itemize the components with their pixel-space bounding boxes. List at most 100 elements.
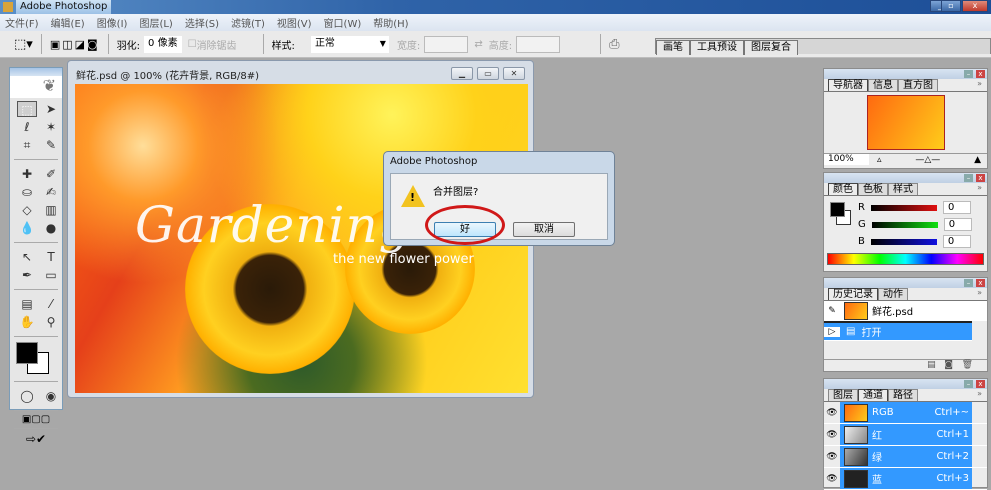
eye-icon[interactable]: 👁	[824, 430, 840, 440]
tab-history[interactable]: 历史记录	[828, 288, 878, 300]
tab-info[interactable]: 信息	[868, 79, 898, 91]
panel-menu-icon[interactable]: »	[977, 389, 982, 398]
tab-histogram[interactable]: 直方图	[898, 79, 938, 91]
cancel-button[interactable]: 取消	[513, 222, 575, 237]
history-item[interactable]: ▷ ▤ 打开	[824, 321, 972, 341]
tab-channels[interactable]: 通道	[858, 389, 888, 401]
healing-brush-icon[interactable]: ✚	[17, 166, 37, 182]
eye-icon[interactable]: 👁	[824, 408, 840, 418]
panel-close-icon[interactable]: x	[976, 380, 985, 388]
zoom-in-icon[interactable]: ▲	[974, 155, 981, 165]
crop-tool-icon[interactable]: ⌗	[17, 137, 37, 153]
dodge-tool-icon[interactable]: ●	[41, 220, 61, 236]
tab-actions[interactable]: 动作	[878, 288, 908, 300]
menu-window[interactable]: 窗口(W)	[324, 15, 362, 30]
pen-tool-icon[interactable]: ✒	[17, 267, 37, 283]
slice-tool-icon[interactable]: ✎	[41, 137, 61, 153]
tab-paths[interactable]: 路径	[888, 389, 918, 401]
restore-button[interactable]: ▫	[941, 0, 961, 12]
r-value[interactable]: 0	[942, 201, 971, 214]
screen-mode-icons[interactable]: ▣▢▢	[10, 414, 62, 425]
doc-close-button[interactable]: ✕	[503, 67, 525, 80]
panel-minimize-icon[interactable]: –	[964, 380, 973, 388]
clone-stamp-icon[interactable]: ⛀	[17, 184, 37, 200]
history-footer-icons[interactable]: ▤ ◙ 🗑	[824, 359, 987, 371]
tab-color[interactable]: 颜色	[828, 183, 858, 195]
brush-source-icon[interactable]: ✎	[824, 306, 840, 316]
panel-minimize-icon[interactable]: –	[964, 174, 973, 182]
history-snapshot[interactable]: ✎ 鲜花.psd	[824, 301, 987, 321]
panel-menu-icon[interactable]: »	[977, 183, 982, 192]
navigator-zoom-input[interactable]: 100%	[824, 154, 869, 165]
close-button[interactable]: x	[962, 0, 988, 12]
antialias-checkbox[interactable]: ☐	[188, 39, 197, 50]
lasso-tool-icon[interactable]: ℓ	[17, 119, 37, 135]
r-slider[interactable]	[870, 204, 937, 211]
hand-tool-icon[interactable]: ✋	[17, 314, 37, 330]
foreground-color[interactable]	[16, 342, 38, 364]
panel-close-icon[interactable]: x	[976, 70, 985, 78]
channel-row-rgb[interactable]: 👁 RGB Ctrl+~	[824, 402, 987, 424]
menu-select[interactable]: 选择(S)	[185, 15, 219, 30]
height-input[interactable]	[516, 35, 561, 53]
menu-image[interactable]: 图像(I)	[97, 15, 128, 30]
g-value[interactable]: 0	[943, 218, 972, 231]
quickmask-mode-icon[interactable]: ◉	[41, 388, 61, 404]
b-value[interactable]: 0	[942, 235, 971, 248]
tab-styles[interactable]: 样式	[888, 183, 918, 195]
jump-to-imageready-icon[interactable]: ⇨✔	[10, 432, 62, 446]
channel-row-red[interactable]: 👁 红 Ctrl+1	[824, 424, 987, 446]
selection-mode-icons[interactable]: ▣◫◪◙	[50, 38, 100, 51]
menu-edit[interactable]: 编辑(E)	[51, 15, 85, 30]
notes-tool-icon[interactable]: ▤	[17, 296, 37, 312]
navigator-thumbnail[interactable]	[866, 95, 945, 150]
panel-minimize-icon[interactable]: –	[964, 279, 973, 287]
history-brush-icon[interactable]: ✍	[41, 184, 61, 200]
doc-maximize-button[interactable]: ▭	[477, 67, 499, 80]
panel-close-icon[interactable]: x	[976, 174, 985, 182]
menu-view[interactable]: 视图(V)	[277, 15, 312, 30]
tab-navigator[interactable]: 导航器	[828, 79, 868, 91]
eye-icon[interactable]: 👁	[824, 474, 840, 484]
style-select[interactable]: 正常 ▼	[310, 35, 389, 53]
shape-tool-icon[interactable]: ▭	[41, 267, 61, 283]
panel-menu-icon[interactable]: »	[977, 288, 982, 297]
brush-tool-icon[interactable]: ✐	[41, 166, 61, 182]
swap-icon[interactable]: ⇄	[474, 39, 482, 50]
feather-input[interactable]: 0 像素	[144, 35, 182, 53]
b-slider[interactable]	[870, 238, 937, 245]
eye-icon[interactable]: 👁	[824, 452, 840, 462]
zoom-tool-icon[interactable]: ⚲	[41, 314, 61, 330]
doc-minimize-button[interactable]: ▁	[451, 67, 473, 80]
marquee-tool-icon[interactable]: ⬚	[17, 101, 37, 117]
magic-wand-icon[interactable]: ✶	[41, 119, 61, 135]
eraser-tool-icon[interactable]: ◇	[17, 202, 37, 218]
panel-minimize-icon[interactable]: –	[964, 70, 973, 78]
marquee-preset-icon[interactable]: ⬚▾	[14, 37, 33, 52]
path-select-icon[interactable]: ↖	[17, 249, 37, 265]
tab-layers[interactable]: 图层	[828, 389, 858, 401]
width-input[interactable]	[424, 35, 469, 53]
gradient-tool-icon[interactable]: ▥	[41, 202, 61, 218]
color-foreground-swatch[interactable]	[830, 202, 845, 217]
color-swatches[interactable]	[10, 340, 62, 378]
zoom-slider[interactable]: —△—	[882, 155, 975, 165]
color-ramp[interactable]	[827, 253, 984, 265]
menu-layer[interactable]: 图层(L)	[139, 15, 172, 30]
tab-tool-presets[interactable]: 工具预设	[690, 40, 744, 55]
standard-mode-icon[interactable]: ◯	[17, 388, 37, 404]
panel-menu-icon[interactable]: »	[977, 79, 982, 88]
type-tool-icon[interactable]: T	[41, 249, 61, 265]
menu-file[interactable]: 文件(F)	[5, 15, 39, 30]
menu-filter[interactable]: 滤镜(T)	[231, 15, 265, 30]
eyedropper-icon[interactable]: ⁄	[41, 296, 61, 312]
tab-swatches[interactable]: 色板	[858, 183, 888, 195]
blur-tool-icon[interactable]: 💧	[17, 220, 37, 236]
tab-brushes[interactable]: 画笔	[656, 40, 690, 55]
menu-help[interactable]: 帮助(H)	[373, 15, 408, 30]
panel-close-icon[interactable]: x	[976, 279, 985, 287]
channel-row-green[interactable]: 👁 绿 Ctrl+2	[824, 446, 987, 468]
move-tool-icon[interactable]: ➤	[41, 101, 61, 117]
tab-layer-comps[interactable]: 图层复合	[744, 40, 798, 55]
g-slider[interactable]	[871, 221, 938, 228]
